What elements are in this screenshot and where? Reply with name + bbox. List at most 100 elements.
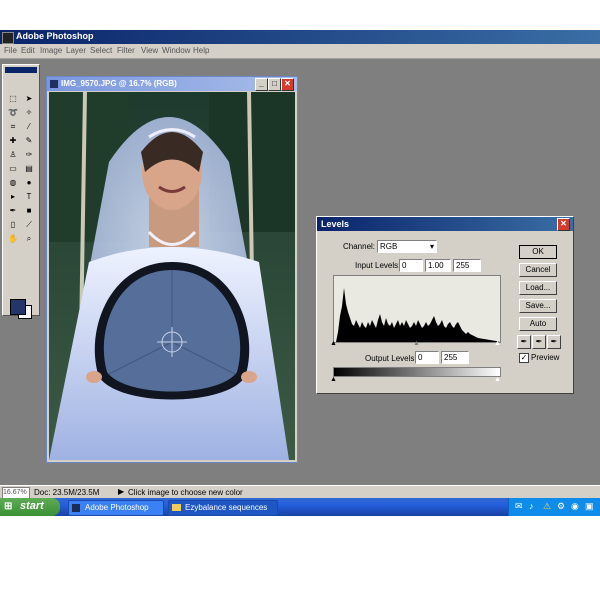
- levels-dialog: Levels ✕ Channel: RGB ▾ Input Levels: 0 …: [316, 216, 574, 394]
- tray-icon-3[interactable]: ⚠: [543, 501, 551, 512]
- lasso-tool-icon[interactable]: ➰: [6, 107, 20, 119]
- play-arrow-icon: ▶: [118, 487, 125, 496]
- toolbox-header[interactable]: [5, 67, 37, 73]
- gamma-slider-handle[interactable]: ▲: [413, 340, 420, 347]
- menu-help[interactable]: Help: [193, 46, 209, 55]
- white-point-slider-handle[interactable]: ▲: [494, 340, 501, 347]
- maximize-button[interactable]: □: [268, 78, 281, 91]
- chevron-down-icon: ▾: [429, 242, 434, 251]
- input-level-gamma-field[interactable]: 1.00: [425, 259, 451, 272]
- start-label: start: [20, 500, 44, 512]
- document-title-bar[interactable]: IMG_9570.JPG @ 16.7% (RGB) _ □ ✕: [47, 77, 297, 91]
- menu-image[interactable]: Image: [40, 46, 62, 55]
- hand-tool-icon[interactable]: ✋: [6, 233, 20, 245]
- menu-filter[interactable]: Filter: [117, 46, 135, 55]
- cancel-button[interactable]: Cancel: [519, 263, 557, 277]
- output-gradient-bar: [333, 367, 501, 377]
- doc-size-info[interactable]: Doc: 23.5M/23.5M: [34, 488, 99, 497]
- menu-file[interactable]: File: [4, 46, 17, 55]
- gray-eyedropper-icon[interactable]: ✒: [532, 335, 546, 349]
- start-button[interactable]: ⊞ start: [0, 498, 60, 516]
- preview-checkbox[interactable]: ✓: [519, 353, 529, 363]
- auto-button[interactable]: Auto: [519, 317, 557, 331]
- history-brush-tool-icon[interactable]: ✑: [22, 149, 36, 161]
- channel-select[interactable]: RGB ▾: [377, 240, 437, 253]
- output-black-slider-handle[interactable]: ▲: [330, 376, 337, 383]
- dodge-tool-icon[interactable]: ●: [22, 177, 36, 189]
- photoshop-app-icon: [2, 32, 14, 44]
- folder-icon: [172, 504, 181, 511]
- input-level-black-field[interactable]: 0: [399, 259, 423, 272]
- taskbar-item-ezybalance-label: Ezybalance sequences: [185, 503, 268, 512]
- menu-window[interactable]: Window: [162, 46, 190, 55]
- crop-tool-icon[interactable]: ⌗: [6, 121, 20, 133]
- taskbar-item-photoshop[interactable]: Adobe Photoshop: [68, 500, 164, 516]
- output-level-black-field[interactable]: 0: [415, 351, 439, 364]
- black-eyedropper-icon[interactable]: ✒: [517, 335, 531, 349]
- menu-view[interactable]: View: [141, 46, 158, 55]
- eraser-tool-icon[interactable]: ▭: [6, 163, 20, 175]
- tray-icon-4[interactable]: ⚙: [557, 501, 565, 512]
- bride-photo: [49, 92, 295, 460]
- brush-tool-icon[interactable]: ✎: [22, 135, 36, 147]
- black-point-slider-handle[interactable]: ▲: [330, 340, 337, 347]
- input-level-white-field[interactable]: 255: [453, 259, 481, 272]
- tray-icon-1[interactable]: ✉: [515, 501, 523, 512]
- menu-bar: File Edit Image Layer Select Filter View…: [0, 44, 600, 59]
- blur-tool-icon[interactable]: ◍: [6, 177, 20, 189]
- histogram-graph: [334, 288, 500, 342]
- tray-icon-6[interactable]: ▣: [585, 501, 594, 512]
- system-tray: ✉ ♪ ⚠ ⚙ ◉ ▣: [508, 498, 600, 516]
- taskbar: ⊞ start Adobe Photoshop Ezybalance seque…: [0, 498, 600, 516]
- menu-edit[interactable]: Edit: [21, 46, 35, 55]
- ok-button[interactable]: OK: [519, 245, 557, 259]
- levels-close-button[interactable]: ✕: [557, 218, 570, 231]
- document-canvas[interactable]: [49, 92, 295, 460]
- preview-label: Preview: [531, 353, 560, 362]
- slice-tool-icon[interactable]: ⁄: [22, 121, 36, 133]
- document-icon: [50, 80, 58, 88]
- channel-label: Channel:: [343, 242, 376, 251]
- notes-tool-icon[interactable]: ▯: [6, 219, 20, 231]
- photoshop-icon: [72, 504, 80, 512]
- levels-title: Levels: [321, 219, 350, 229]
- tray-icon-2[interactable]: ♪: [529, 501, 534, 511]
- shape-tool-icon[interactable]: ■: [22, 205, 36, 217]
- status-bar: 16.67% Doc: 23.5M/23.5M ▶ Click image to…: [0, 485, 600, 499]
- app-title-bar: Adobe Photoshop: [0, 30, 600, 44]
- document-title: IMG_9570.JPG @ 16.7% (RGB): [61, 79, 177, 88]
- tray-icon-5[interactable]: ◉: [571, 501, 579, 512]
- marquee-tool-icon[interactable]: ⬚: [6, 93, 20, 105]
- output-level-white-field[interactable]: 255: [441, 351, 469, 364]
- save-button[interactable]: Save...: [519, 299, 557, 313]
- output-white-slider-handle[interactable]: ▲: [494, 376, 501, 383]
- path-selection-tool-icon[interactable]: ▸: [6, 191, 20, 203]
- menu-select[interactable]: Select: [90, 46, 112, 55]
- histogram: [333, 275, 501, 343]
- magic-wand-tool-icon[interactable]: ✧: [22, 107, 36, 119]
- load-button[interactable]: Load...: [519, 281, 557, 295]
- pen-tool-icon[interactable]: ✒: [6, 205, 20, 217]
- gradient-tool-icon[interactable]: ▤: [22, 163, 36, 175]
- output-slider-track[interactable]: ▲ ▲: [330, 376, 501, 383]
- move-tool-icon[interactable]: ➤: [22, 93, 36, 105]
- foreground-color-swatch[interactable]: [10, 299, 26, 315]
- taskbar-item-photoshop-label: Adobe Photoshop: [85, 503, 149, 512]
- type-tool-icon[interactable]: T: [22, 191, 36, 203]
- white-eyedropper-icon[interactable]: ✒: [547, 335, 561, 349]
- clone-stamp-tool-icon[interactable]: ♙: [6, 149, 20, 161]
- eyedropper-tool-icon[interactable]: ⟋: [22, 219, 36, 231]
- output-levels-label: Output Levels:: [365, 354, 417, 363]
- menu-layer[interactable]: Layer: [66, 46, 86, 55]
- input-slider-track[interactable]: ▲ ▲ ▲: [330, 340, 501, 347]
- status-hint: Click image to choose new color: [128, 488, 243, 497]
- taskbar-item-ezybalance[interactable]: Ezybalance sequences: [168, 500, 278, 516]
- healing-brush-tool-icon[interactable]: ✚: [6, 135, 20, 147]
- zoom-tool-icon[interactable]: ⌕: [22, 233, 36, 245]
- minimize-button[interactable]: _: [255, 78, 268, 91]
- app-title: Adobe Photoshop: [16, 31, 94, 41]
- document-window: IMG_9570.JPG @ 16.7% (RGB) _ □ ✕: [46, 76, 298, 463]
- levels-title-bar[interactable]: Levels ✕: [317, 217, 573, 231]
- close-button[interactable]: ✕: [281, 78, 294, 91]
- windows-flag-icon: ⊞: [4, 501, 13, 512]
